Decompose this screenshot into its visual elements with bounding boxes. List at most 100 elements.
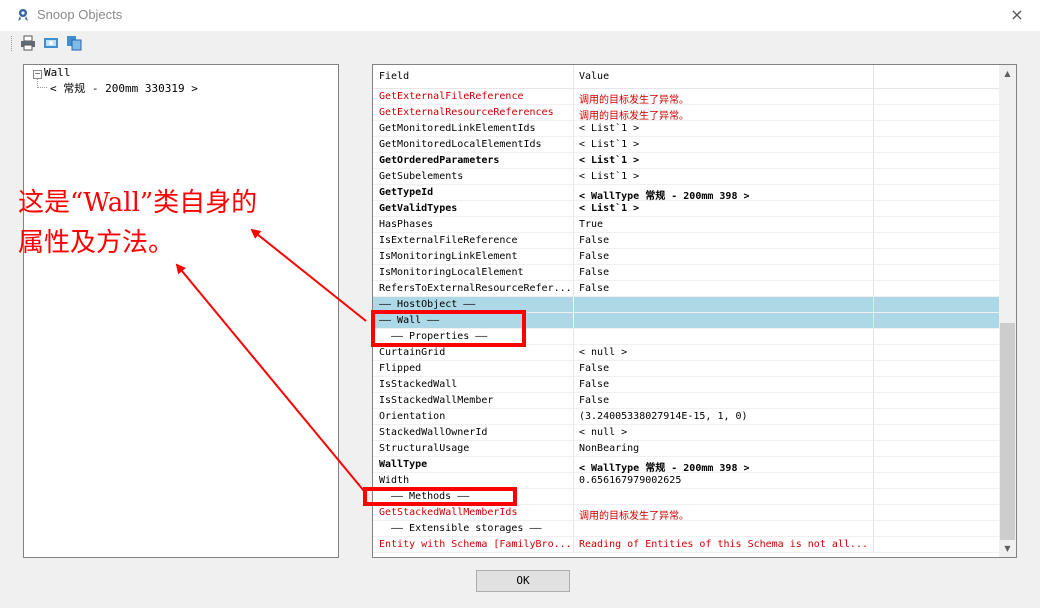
copy-button[interactable] bbox=[66, 35, 82, 51]
grid-row[interactable]: GetMonitoredLocalElementIds < List`1 > bbox=[373, 137, 1000, 153]
column-divider bbox=[873, 393, 874, 408]
cell-field: HasPhases bbox=[379, 219, 434, 230]
grid-row[interactable]: WallType < WallType 常规 - 200mm 398 > bbox=[373, 457, 1000, 474]
copy-icon bbox=[67, 36, 82, 51]
tree-node-wall[interactable]: Wall bbox=[44, 66, 71, 79]
column-divider bbox=[573, 537, 574, 552]
column-divider bbox=[873, 121, 874, 136]
cell-value: 调用的目标发生了异常。 bbox=[579, 511, 689, 522]
grid-row[interactable]: —— Methods —— bbox=[373, 489, 1000, 505]
column-header-value[interactable]: Value bbox=[579, 71, 869, 82]
cell-field: —— Methods —— bbox=[391, 491, 470, 502]
column-divider bbox=[873, 169, 874, 184]
grid-row[interactable]: Width 0.656167979002625 bbox=[373, 473, 1000, 489]
column-divider bbox=[873, 409, 874, 424]
grid-row[interactable]: GetTypeId < WallType 常规 - 200mm 398 > bbox=[373, 185, 1000, 202]
cell-field: WallType bbox=[379, 459, 428, 470]
grid-row[interactable]: IsMonitoringLinkElement False bbox=[373, 249, 1000, 265]
grid-row[interactable]: GetSubelements < List`1 > bbox=[373, 169, 1000, 185]
column-divider bbox=[873, 281, 874, 296]
column-divider bbox=[573, 345, 574, 360]
column-divider bbox=[573, 521, 574, 536]
grid-row[interactable]: —— Wall —— bbox=[373, 313, 1000, 329]
annotation-text-line-1: 这是“Wall”类自身的 bbox=[18, 188, 258, 218]
cell-field: IsMonitoringLocalElement bbox=[379, 267, 524, 278]
cell-value: True bbox=[579, 219, 604, 230]
column-divider bbox=[573, 441, 574, 456]
toolbar-grip bbox=[11, 36, 14, 51]
cell-value: False bbox=[579, 379, 610, 390]
grid-row[interactable]: GetStackedWallMemberIds 调用的目标发生了异常。 bbox=[373, 505, 1000, 522]
column-divider bbox=[573, 153, 574, 168]
column-divider bbox=[573, 393, 574, 408]
grid-row[interactable]: Orientation (3.24005338027914E-15, 1, 0) bbox=[373, 409, 1000, 425]
grid-row[interactable]: StructuralUsage NonBearing bbox=[373, 441, 1000, 457]
grid-row[interactable]: —— Properties —— bbox=[373, 329, 1000, 345]
grid-row[interactable]: —— Extensible storages —— bbox=[373, 521, 1000, 537]
grid-row[interactable]: RefersToExternalResourceRefer... False bbox=[373, 281, 1000, 297]
grid-row[interactable]: IsStackedWallMember False bbox=[373, 393, 1000, 409]
tree-collapse-toggle[interactable]: − bbox=[33, 70, 42, 79]
cell-field: GetMonitoredLocalElementIds bbox=[379, 139, 542, 150]
column-divider bbox=[873, 297, 874, 312]
title-bar: Snoop Objects × bbox=[0, 0, 1040, 31]
cell-value: < List`1 > bbox=[579, 123, 640, 134]
scroll-down-button[interactable]: ▼ bbox=[999, 540, 1016, 557]
grid-row[interactable]: —— HostObject —— bbox=[373, 297, 1000, 313]
column-divider bbox=[873, 489, 874, 504]
column-divider bbox=[873, 105, 874, 120]
cell-field: Orientation bbox=[379, 411, 446, 422]
tree-connector bbox=[37, 87, 47, 88]
grid-row[interactable]: HasPhases True bbox=[373, 217, 1000, 233]
column-divider bbox=[573, 457, 574, 472]
cell-field: StructuralUsage bbox=[379, 443, 470, 454]
column-divider bbox=[573, 217, 574, 232]
cell-field: GetOrderedParameters bbox=[379, 155, 500, 166]
grid-row[interactable]: GetExternalFileReference 调用的目标发生了异常。 bbox=[373, 89, 1000, 106]
cell-value: Reading of Entities of this Schema is no… bbox=[579, 539, 868, 550]
grid-row[interactable]: IsStackedWall False bbox=[373, 377, 1000, 393]
column-divider bbox=[873, 89, 874, 104]
cell-field: GetSubelements bbox=[379, 171, 464, 182]
ok-button[interactable]: OK bbox=[476, 570, 570, 592]
scroll-up-button[interactable]: ▲ bbox=[999, 65, 1016, 82]
print-button[interactable] bbox=[20, 35, 36, 51]
column-divider bbox=[573, 185, 574, 200]
column-divider bbox=[873, 265, 874, 280]
grid-row[interactable]: GetExternalResourceReferences 调用的目标发生了异常。 bbox=[373, 105, 1000, 122]
grid-row[interactable]: IsMonitoringLocalElement False bbox=[373, 265, 1000, 281]
close-button[interactable]: × bbox=[1008, 6, 1026, 24]
column-divider bbox=[873, 505, 874, 520]
cell-field: IsStackedWallMember bbox=[379, 395, 494, 406]
cell-field: —— Extensible storages —— bbox=[391, 523, 542, 534]
column-divider bbox=[873, 521, 874, 536]
cell-field: Entity with Schema [FamilyBro... bbox=[379, 539, 572, 550]
preview-button[interactable] bbox=[43, 35, 59, 51]
grid-row[interactable]: GetValidTypes < List`1 > bbox=[373, 201, 1000, 217]
grid-row[interactable]: GetMonitoredLinkElementIds < List`1 > bbox=[373, 121, 1000, 137]
column-divider bbox=[873, 377, 874, 392]
object-tree[interactable]: − Wall < 常规 - 200mm 330319 > bbox=[23, 64, 339, 558]
scroll-thumb[interactable] bbox=[1000, 323, 1015, 540]
column-divider bbox=[573, 425, 574, 440]
cell-value: 调用的目标发生了异常。 bbox=[579, 111, 689, 122]
tree-node-label: Wall bbox=[44, 66, 71, 79]
cell-value: 0.656167979002625 bbox=[579, 475, 682, 486]
grid-row[interactable]: IsExternalFileReference False bbox=[373, 233, 1000, 249]
annotation-text-line-2: 属性及方法。 bbox=[18, 228, 175, 258]
cell-value: < List`1 > bbox=[579, 155, 640, 166]
grid-row[interactable]: CurtainGrid < null > bbox=[373, 345, 1000, 361]
grid-header: Field Value bbox=[373, 65, 1000, 89]
grid-row[interactable]: StackedWallOwnerId < null > bbox=[373, 425, 1000, 441]
grid-row[interactable]: GetOrderedParameters < List`1 > bbox=[373, 153, 1000, 169]
column-divider bbox=[873, 473, 874, 488]
tree-node-wall-instance[interactable]: < 常规 - 200mm 330319 > bbox=[50, 80, 198, 96]
grid-row[interactable]: Entity with Schema [FamilyBro... Reading … bbox=[373, 537, 1000, 553]
column-header-field[interactable]: Field bbox=[379, 71, 573, 82]
column-divider bbox=[573, 89, 574, 104]
property-grid[interactable]: Field Value GetExternalFileReference 调用的目… bbox=[372, 64, 1017, 558]
window-title: Snoop Objects bbox=[37, 7, 123, 22]
column-divider bbox=[573, 313, 574, 328]
vertical-scrollbar[interactable]: ▲ ▼ bbox=[999, 65, 1016, 557]
grid-row[interactable]: Flipped False bbox=[373, 361, 1000, 377]
